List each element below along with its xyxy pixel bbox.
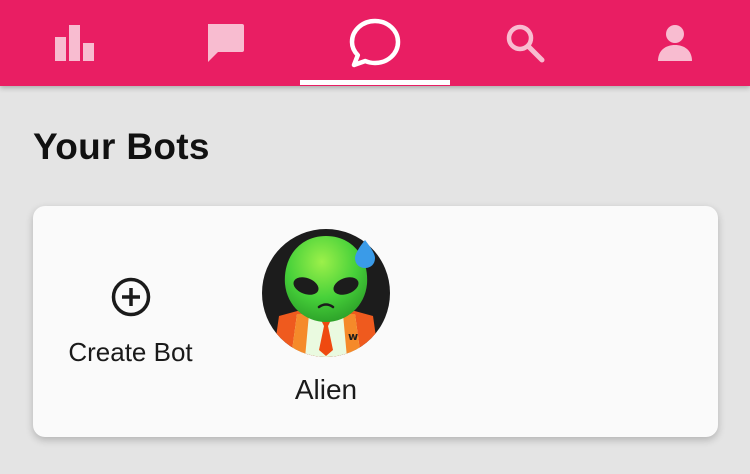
tab-messages[interactable] [150, 0, 300, 86]
bot-name: Alien [294, 374, 358, 405]
bar-chart-icon [53, 23, 97, 63]
create-bot-label: Create Bot [68, 337, 193, 367]
bot-item-alien[interactable]: w Alien [258, 228, 394, 418]
tab-stats[interactable] [0, 0, 150, 86]
page-title: Your Bots [33, 126, 210, 167]
chat-circle-icon [349, 18, 401, 68]
top-navigation-bar [0, 0, 750, 86]
person-icon [655, 23, 695, 63]
active-tab-indicator [300, 80, 450, 85]
create-bot-button[interactable]: Create Bot [58, 256, 203, 376]
tab-profile[interactable] [600, 0, 750, 86]
tab-search[interactable] [450, 0, 600, 86]
bots-card: Create Bot w Alien [33, 206, 718, 437]
alien-avatar: w [261, 228, 391, 358]
tab-bots[interactable] [300, 0, 450, 86]
svg-text:w: w [348, 330, 358, 343]
chat-bubble-icon [204, 22, 246, 64]
search-icon [504, 22, 546, 64]
plus-circle-icon [110, 276, 152, 323]
